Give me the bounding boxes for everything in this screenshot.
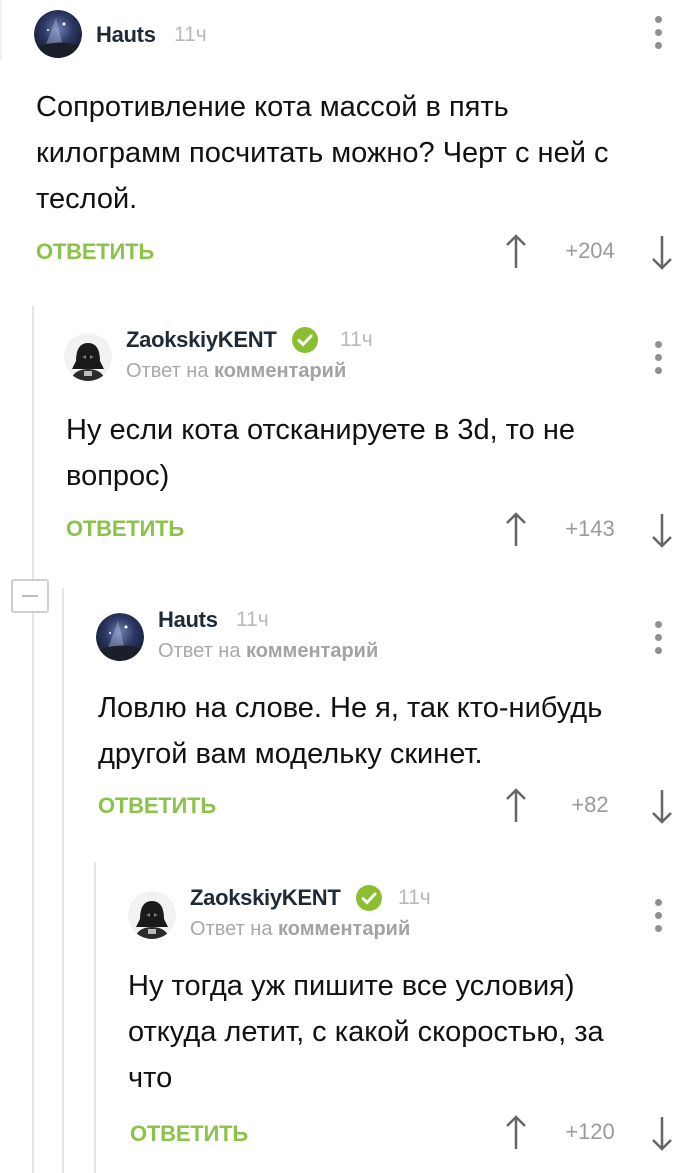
- comment-time: 11ч: [236, 608, 269, 631]
- comment-text-line: другой вам модельку скинет.: [98, 738, 483, 770]
- vote-controls: +82: [504, 786, 674, 826]
- comment-header: ZaokskiyKENT 11ч Ответ на комментарий: [64, 327, 700, 382]
- downvote-arrow-icon[interactable]: [650, 1113, 674, 1153]
- reply-button[interactable]: ОТВЕТИТЬ: [98, 793, 216, 819]
- comment-score: +82: [571, 792, 609, 817]
- comment-text: Ловлю на слове. Не я, так кто-нибудь дру…: [98, 685, 668, 777]
- comment-time: 11ч: [340, 328, 373, 351]
- thread-branch-line: [62, 588, 64, 1173]
- comment-text-line: Ну если кота отсканируете в 3d, то не: [66, 414, 575, 446]
- darth-vader-avatar[interactable]: [64, 333, 112, 381]
- reply-button[interactable]: ОТВЕТИТЬ: [130, 1121, 248, 1147]
- more-options-icon[interactable]: [652, 899, 664, 933]
- comment-score: +120: [565, 1119, 615, 1144]
- author-name[interactable]: Hauts: [158, 607, 218, 633]
- reply-to-label: Ответ на комментарий: [158, 640, 379, 662]
- comment-score: +204: [565, 238, 615, 263]
- galaxy-avatar[interactable]: [96, 613, 144, 661]
- galaxy-avatar[interactable]: [34, 10, 82, 58]
- minus-icon: [22, 595, 38, 597]
- author-name[interactable]: ZaokskiyKENT: [126, 327, 277, 353]
- comment-text-line: килограмм посчитать можно? Черт с ней с: [36, 137, 609, 169]
- comment-time: 11ч: [174, 23, 207, 46]
- comment-score: +143: [565, 516, 615, 541]
- author-name[interactable]: ZaokskiyKENT: [190, 885, 341, 911]
- downvote-arrow-icon[interactable]: [650, 786, 674, 826]
- comment-header: ZaokskiyKENT 11ч Ответ на комментарий: [128, 885, 700, 940]
- thread-branch-line: [94, 862, 96, 1173]
- reply-to-label: Ответ на комментарий: [190, 918, 411, 940]
- comment-header: Hauts 11ч: [34, 10, 700, 58]
- comment-text-line: Ну тогда уж пишите все условия): [128, 970, 575, 1002]
- upvote-arrow-icon[interactable]: [504, 786, 528, 826]
- reply-button[interactable]: ОТВЕТИТЬ: [66, 516, 184, 542]
- vote-controls: +204: [504, 232, 674, 272]
- downvote-arrow-icon[interactable]: [650, 510, 674, 550]
- reply-button[interactable]: ОТВЕТИТЬ: [36, 239, 154, 265]
- darth-vader-avatar[interactable]: [128, 891, 176, 939]
- comment-text: Ну тогда уж пишите все условия) откуда л…: [128, 963, 688, 1101]
- upvote-arrow-icon[interactable]: [504, 1113, 528, 1153]
- reply-to-link[interactable]: комментарий: [214, 360, 346, 382]
- comment-time: 11ч: [398, 886, 431, 909]
- comment-text-line: что: [128, 1062, 173, 1094]
- comment-text-line: вопрос): [66, 460, 170, 492]
- verified-badge-icon: [292, 327, 318, 353]
- comment-text: Сопротивление кота массой в пять килогра…: [36, 84, 676, 222]
- reply-to-link[interactable]: комментарий: [246, 640, 378, 662]
- more-options-icon[interactable]: [652, 621, 664, 655]
- vote-controls: +143: [504, 510, 674, 550]
- author-name[interactable]: Hauts: [96, 22, 156, 48]
- thread-edge: [0, 0, 2, 60]
- reply-to-label: Ответ на комментарий: [126, 360, 347, 382]
- comment-text-line: Сопротивление кота массой в пять: [36, 91, 509, 123]
- comment-text-line: теслой.: [36, 183, 138, 215]
- downvote-arrow-icon[interactable]: [650, 232, 674, 272]
- reply-to-link[interactable]: комментарий: [278, 918, 410, 940]
- comment-text-line: Ловлю на слове. Не я, так кто-нибудь: [98, 692, 603, 724]
- upvote-arrow-icon[interactable]: [504, 232, 528, 272]
- collapse-thread-button[interactable]: [11, 579, 49, 613]
- verified-badge-icon: [356, 885, 382, 911]
- comment-header: Hauts 11ч Ответ на комментарий: [96, 607, 700, 662]
- comment-text: Ну если кота отсканируете в 3d, то не во…: [66, 407, 666, 499]
- vote-controls: +120: [504, 1113, 674, 1153]
- more-options-icon[interactable]: [652, 341, 664, 375]
- upvote-arrow-icon[interactable]: [504, 510, 528, 550]
- comment-text-line: откуда летит, с какой скоростью, за: [128, 1016, 604, 1048]
- thread-branch-line: [32, 306, 34, 1173]
- more-options-icon[interactable]: [652, 16, 664, 50]
